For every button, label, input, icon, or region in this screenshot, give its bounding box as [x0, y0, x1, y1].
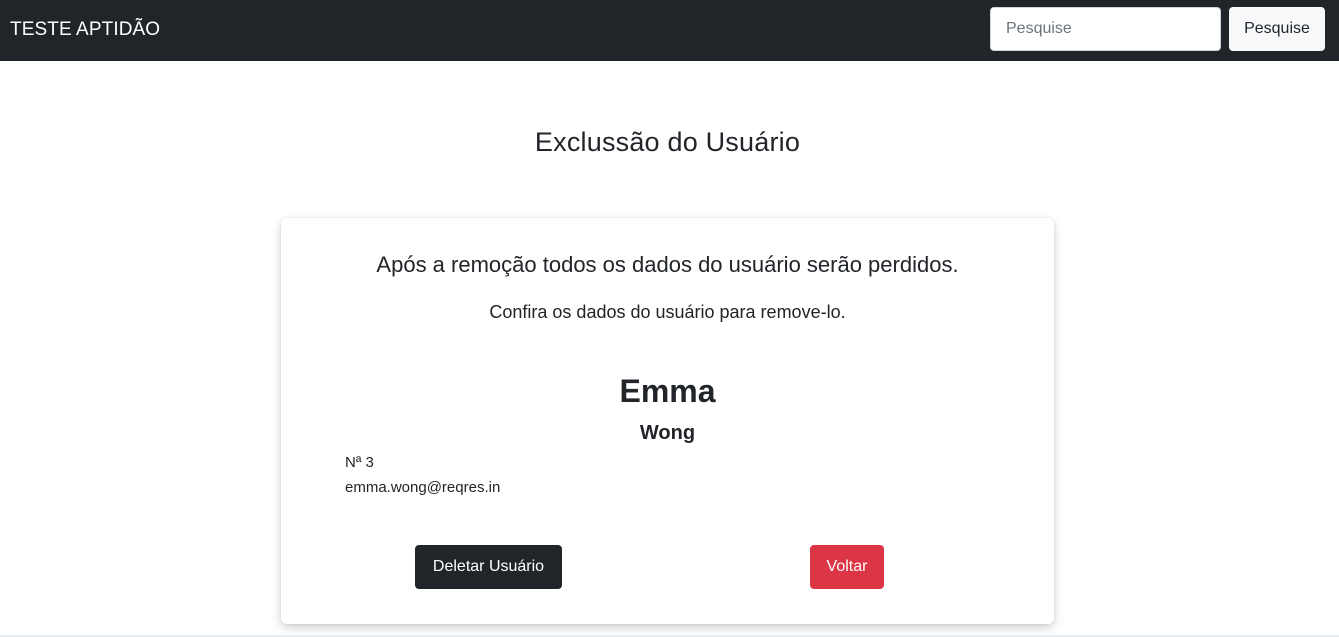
back-button[interactable]: Voltar: [810, 545, 884, 589]
search-input[interactable]: [990, 7, 1221, 51]
warning-text: Após a remoção todos os dados do usuário…: [376, 252, 959, 277]
page-title: Exclussão do Usuário: [534, 127, 801, 157]
user-last-name: Wong: [639, 422, 696, 444]
search-button[interactable]: Pesquise: [1229, 7, 1325, 51]
delete-user-button[interactable]: Deletar Usuário: [415, 545, 562, 589]
navbar: TESTE APTIDÃO Pesquise: [0, 0, 1339, 61]
user-first-name: Emma: [619, 373, 716, 409]
user-email: emma.wong@reqres.in: [345, 479, 501, 496]
brand-link[interactable]: TESTE APTIDÃO: [10, 18, 160, 42]
user-id: Nª 3: [345, 454, 374, 471]
confirm-text: Confira os dados do usuário para remove-…: [489, 302, 846, 322]
delete-user-card: Após a remoção todos os dados do usuário…: [281, 218, 1054, 624]
